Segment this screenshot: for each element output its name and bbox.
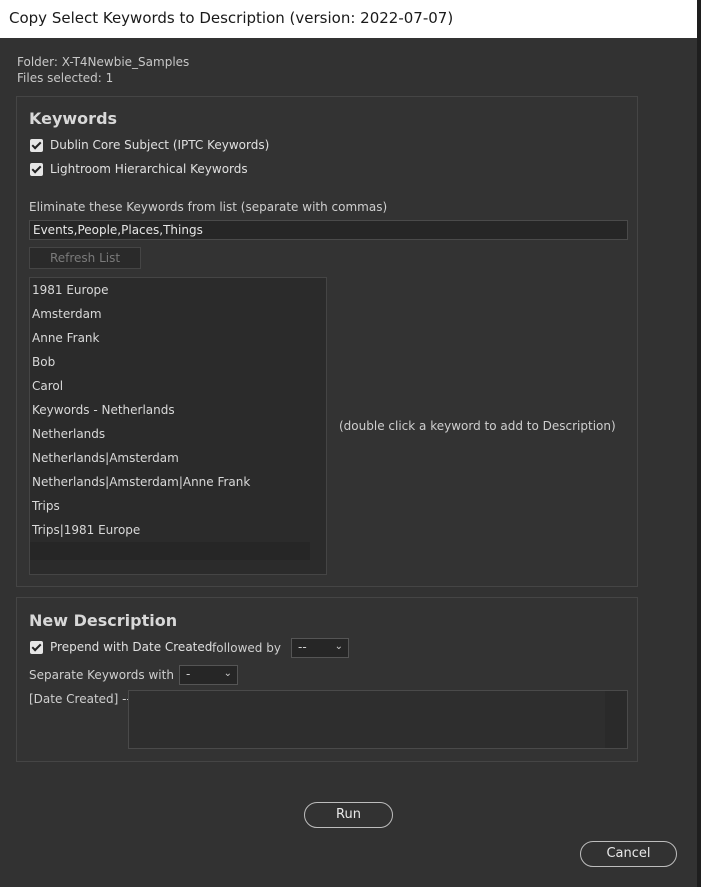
date-created-preview-label: [Date Created] -- — [29, 692, 131, 706]
new-description-title: New Description — [29, 611, 178, 630]
keyword-list-item[interactable]: 1981 Europe — [30, 278, 326, 302]
keywords-listbox[interactable]: 1981 Europe Amsterdam Anne Frank Bob Carol Ke… — [29, 277, 327, 575]
dublin-core-checkbox-row[interactable]: Dublin Core Subject (IPTC Keywords) — [30, 137, 269, 153]
window-title: Copy Select Keywords to Description (ver… — [9, 9, 454, 27]
eliminate-keywords-input[interactable]: Events,People,Places,Things — [29, 220, 628, 240]
refresh-list-button[interactable]: Refresh List — [29, 247, 141, 269]
followed-by-dropdown[interactable]: -- ⌄ — [291, 638, 349, 658]
prepend-label: Prepend with Date Created — [50, 640, 213, 654]
checkbox-checked-icon[interactable] — [30, 162, 43, 176]
empty-list-row — [30, 542, 312, 560]
new-description-panel: New Description Prepend with Date Create… — [16, 597, 638, 762]
title-bar: Copy Select Keywords to Description (ver… — [0, 0, 697, 39]
keyword-list-item[interactable]: Amsterdam — [30, 302, 326, 326]
keyword-list-item[interactable]: Trips — [30, 494, 326, 518]
keyword-list: 1981 Europe Amsterdam Anne Frank Bob Carol Ke… — [30, 278, 326, 542]
description-textarea[interactable] — [128, 690, 628, 749]
checkbox-checked-icon[interactable] — [30, 640, 43, 654]
keyword-list-item[interactable]: Carol — [30, 374, 326, 398]
horizontal-scrollbar[interactable] — [30, 560, 326, 574]
lightroom-label: Lightroom Hierarchical Keywords — [50, 162, 248, 176]
prepend-checkbox-row[interactable]: Prepend with Date Created — [30, 639, 212, 655]
window-edge — [697, 0, 701, 887]
keyword-list-item[interactable]: Netherlands|Amsterdam|Anne Frank — [30, 470, 326, 494]
lightroom-checkbox-row[interactable]: Lightroom Hierarchical Keywords — [30, 161, 248, 177]
keyword-list-item[interactable]: Trips|1981 Europe — [30, 518, 326, 542]
folder-label: Folder: X-T4Newbie_Samples — [17, 55, 190, 69]
keyword-list-item[interactable]: Netherlands — [30, 422, 326, 446]
checkbox-checked-icon[interactable] — [30, 138, 43, 152]
keyword-list-item[interactable]: Bob — [30, 350, 326, 374]
files-selected-label: Files selected: 1 — [17, 71, 114, 85]
keyword-list-item[interactable]: Netherlands|Amsterdam — [30, 446, 326, 470]
separator-value: - — [186, 667, 191, 681]
keywords-panel: Keywords Dublin Core Subject (IPTC Keywo… — [16, 96, 638, 587]
keyword-list-item[interactable]: Keywords - Netherlands — [30, 398, 326, 422]
separator-dropdown[interactable]: - ⌄ — [179, 665, 238, 685]
followed-by-label: followed by — [212, 641, 281, 655]
run-button[interactable]: Run — [304, 802, 393, 828]
dialog: Folder: X-T4Newbie_Samples Files selecte… — [0, 38, 697, 887]
dublin-core-label: Dublin Core Subject (IPTC Keywords) — [50, 138, 270, 152]
keywords-title: Keywords — [29, 109, 118, 128]
separate-keywords-label: Separate Keywords with — [29, 668, 174, 682]
chevron-down-icon: ⌄ — [223, 668, 232, 679]
cancel-button[interactable]: Cancel — [580, 841, 677, 867]
chevron-down-icon: ⌄ — [334, 641, 343, 652]
eliminate-label: Eliminate these Keywords from list (sepa… — [29, 200, 388, 214]
followed-by-value: -- — [298, 640, 307, 654]
double-click-hint: (double click a keyword to add to Descri… — [339, 419, 616, 433]
keyword-list-item[interactable]: Anne Frank — [30, 326, 326, 350]
vertical-scrollbar[interactable] — [310, 278, 326, 574]
textarea-content — [129, 691, 605, 748]
